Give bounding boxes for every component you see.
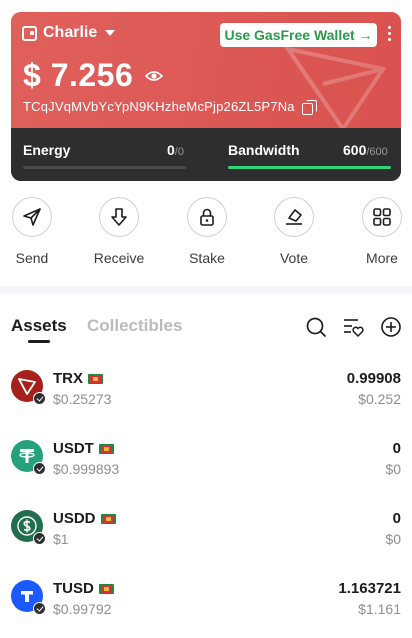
stake-label: Stake <box>189 250 225 266</box>
asset-symbol: TUSD <box>53 580 94 597</box>
verified-icon <box>33 462 46 475</box>
verified-icon <box>33 392 46 405</box>
tab-assets[interactable]: Assets <box>11 316 67 336</box>
search-icon[interactable] <box>305 316 327 338</box>
vote-button[interactable]: Vote <box>264 197 324 266</box>
asset-symbol: USDT <box>53 440 94 457</box>
bandwidth-label: Bandwidth <box>228 142 300 158</box>
asset-symbol: USDD <box>53 510 96 527</box>
vote-label: Vote <box>279 250 309 266</box>
asset-amount: 0.99908 <box>346 370 401 387</box>
bandwidth-bar-fill <box>228 166 391 169</box>
asset-row-usdd[interactable]: USDD $1 0 $0 <box>0 510 412 570</box>
verified-icon <box>33 602 46 615</box>
asset-value: $0 <box>385 461 401 477</box>
resources-panel: Energy 0/0 Bandwidth 600/600 <box>11 128 401 181</box>
energy-label: Energy <box>23 142 71 158</box>
chevron-down-icon <box>105 30 116 36</box>
flag-icon <box>88 373 103 384</box>
wallet-selector[interactable]: Charlie <box>22 24 116 42</box>
wallet-address: TCqJVqMVbYcYpN9KHzheMcPjp26ZL5P7Na <box>23 99 295 114</box>
asset-row-usdt[interactable]: USDT $0.999893 0 $0 <box>0 440 412 500</box>
flag-icon <box>98 443 114 454</box>
quick-actions: Send Receive Stake Vote More <box>0 197 412 271</box>
stake-button[interactable]: Stake <box>177 197 237 266</box>
watchlist-icon[interactable] <box>342 316 364 338</box>
receive-icon <box>111 208 127 226</box>
verified-icon <box>33 532 46 545</box>
asset-amount: 0 <box>392 510 401 527</box>
asset-price: $0.25273 <box>53 391 112 407</box>
wallet-balance: $ 7.256 <box>23 57 164 94</box>
asset-price: $0.99792 <box>53 601 112 617</box>
send-button[interactable]: Send <box>2 197 62 266</box>
receive-button[interactable]: Receive <box>89 197 149 266</box>
bandwidth-bar <box>228 166 391 169</box>
asset-symbol: TRX <box>53 370 83 387</box>
copy-icon[interactable] <box>301 99 317 115</box>
vote-icon <box>286 209 302 225</box>
add-token-icon[interactable] <box>380 316 402 338</box>
send-icon <box>23 208 41 226</box>
asset-value: $1.161 <box>358 601 401 617</box>
flag-icon <box>98 583 114 594</box>
asset-row-trx[interactable]: TRX $0.25273 0.99908 $0.252 <box>0 370 412 430</box>
energy-value: 0/0 <box>167 142 184 158</box>
energy-bar <box>23 166 186 169</box>
asset-row-tusd[interactable]: TUSD $0.99792 1.163721 $1.161 <box>0 580 412 638</box>
asset-amount: 0 <box>392 440 401 457</box>
eye-icon[interactable] <box>145 70 164 82</box>
wallet-name: Charlie <box>43 24 98 41</box>
asset-value: $0 <box>385 531 401 547</box>
flag-icon <box>100 513 116 524</box>
more-label: More <box>366 250 398 266</box>
lock-icon <box>200 208 214 226</box>
wallet-card: Charlie Use GasFree Wallet → $ 7.256 TCq… <box>11 12 401 181</box>
grid-icon <box>373 208 391 226</box>
more-options-icon[interactable] <box>388 26 392 41</box>
wallet-icon <box>22 25 37 41</box>
asset-amount: 1.163721 <box>338 580 401 597</box>
asset-price: $1 <box>53 531 69 547</box>
section-divider <box>0 286 412 294</box>
gasfree-wallet-button[interactable]: Use GasFree Wallet → <box>220 23 377 47</box>
receive-label: Receive <box>93 250 145 266</box>
more-button[interactable]: More <box>352 197 412 266</box>
wallet-address-row: TCqJVqMVbYcYpN9KHzheMcPjp26ZL5P7Na <box>23 99 317 115</box>
balance-value: $ 7.256 <box>23 57 134 93</box>
tron-watermark-icon <box>283 46 387 133</box>
send-label: Send <box>15 250 49 266</box>
wallet-card-header: Charlie Use GasFree Wallet → $ 7.256 TCq… <box>11 12 401 133</box>
asset-price: $0.999893 <box>53 461 120 477</box>
active-tab-indicator <box>28 340 50 343</box>
bandwidth-value: 600/600 <box>343 142 388 158</box>
asset-value: $0.252 <box>358 391 401 407</box>
tab-collectibles[interactable]: Collectibles <box>87 316 182 336</box>
